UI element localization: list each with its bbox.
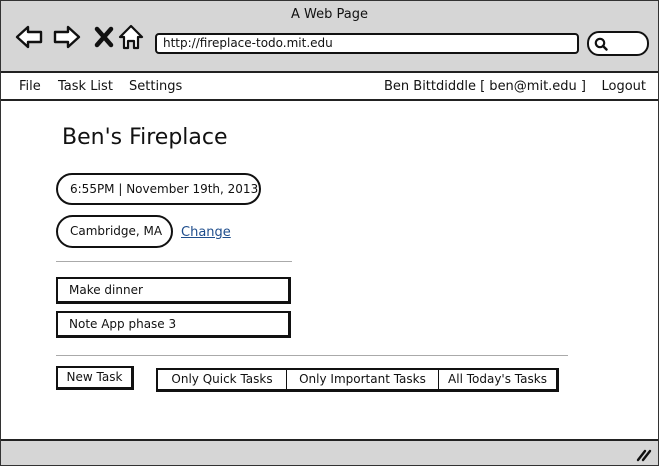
change-location-link[interactable]: Change bbox=[181, 225, 231, 240]
menu-bar: File Task List Settings Ben Bittdiddle [… bbox=[1, 73, 658, 101]
search-icon bbox=[594, 37, 608, 51]
datetime-display: 6:55PM | November 19th, 2013 bbox=[56, 173, 261, 205]
browser-chrome: A Web Page http://fireplace-todo.mit.edu bbox=[1, 1, 658, 73]
menu-task-list[interactable]: Task List bbox=[58, 79, 113, 94]
url-bar[interactable]: http://fireplace-todo.mit.edu bbox=[155, 33, 579, 54]
browser-window: A Web Page http://fireplace-todo.mit.edu… bbox=[0, 0, 659, 466]
resize-grip-icon[interactable] bbox=[636, 448, 652, 462]
divider bbox=[56, 261, 292, 262]
window-title: A Web Page bbox=[291, 7, 368, 22]
back-arrow-icon[interactable] bbox=[15, 23, 43, 51]
task-item[interactable]: Note App phase 3 bbox=[56, 311, 291, 338]
filter-all-today-button[interactable]: All Today's Tasks bbox=[438, 370, 556, 389]
search-box[interactable] bbox=[587, 31, 649, 56]
user-info: Ben Bittdiddle [ ben@mit.edu ] bbox=[383, 79, 586, 94]
menu-file[interactable]: File bbox=[19, 79, 41, 94]
filter-button-group: Only Quick Tasks Only Important Tasks Al… bbox=[156, 368, 559, 392]
status-bar bbox=[1, 439, 658, 465]
home-icon[interactable] bbox=[117, 23, 145, 51]
new-task-button[interactable]: New Task bbox=[56, 366, 134, 390]
forward-arrow-icon[interactable] bbox=[53, 23, 81, 51]
menu-settings[interactable]: Settings bbox=[129, 79, 182, 94]
close-x-icon[interactable] bbox=[91, 23, 119, 51]
filter-quick-tasks-button[interactable]: Only Quick Tasks bbox=[158, 370, 286, 389]
page-title: Ben's Fireplace bbox=[62, 125, 228, 150]
logout-link[interactable]: Logout bbox=[601, 79, 646, 94]
filter-important-tasks-button[interactable]: Only Important Tasks bbox=[286, 370, 438, 389]
location-display: Cambridge, MA bbox=[56, 215, 173, 248]
divider bbox=[56, 355, 568, 356]
task-item[interactable]: Make dinner bbox=[56, 277, 291, 304]
